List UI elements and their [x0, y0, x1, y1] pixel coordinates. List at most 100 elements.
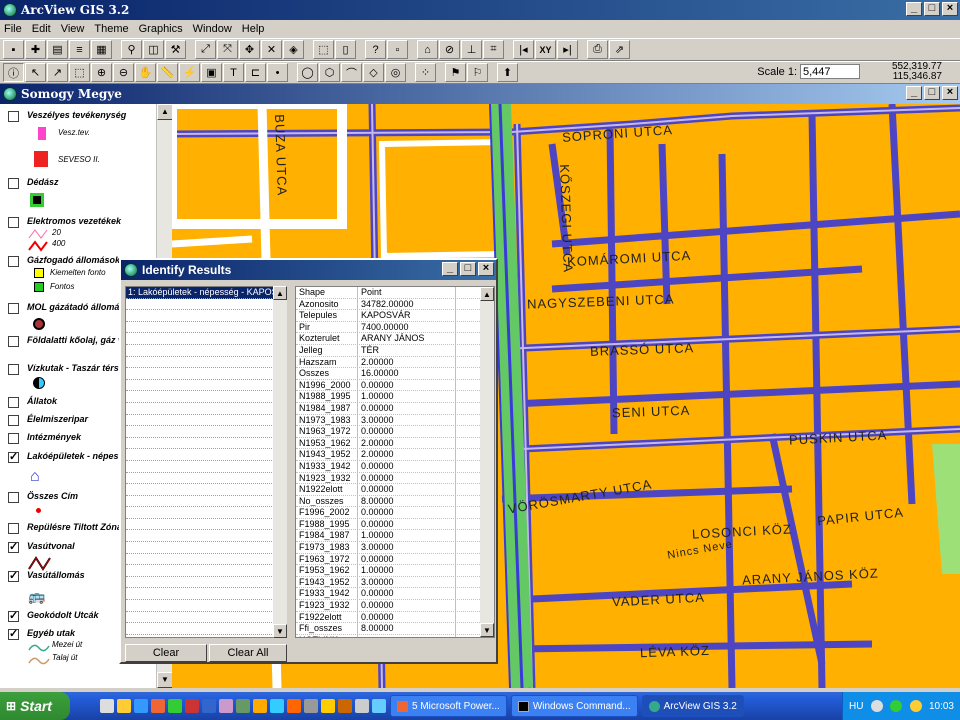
- theme-checkbox[interactable]: ✓: [8, 542, 19, 553]
- theme-checkbox[interactable]: [8, 492, 19, 503]
- taskbar-item-arcview[interactable]: ArcView GIS 3.2: [641, 695, 744, 717]
- menu-help[interactable]: Help: [242, 23, 265, 35]
- hotlink-icon[interactable]: ⌂: [417, 40, 438, 59]
- zoom-out-tool-icon[interactable]: ⊖: [113, 63, 134, 82]
- attribute-row[interactable]: N1933_1942 0.00000: [296, 460, 494, 473]
- draw-ellipse-icon[interactable]: ◎: [385, 63, 406, 82]
- export-icon[interactable]: ⇗: [609, 40, 630, 59]
- menu-file[interactable]: File: [4, 23, 22, 35]
- feature-list-scrollbar[interactable]: ▲ ▼: [273, 286, 287, 638]
- theme-checkbox[interactable]: [8, 523, 19, 534]
- xy-button[interactable]: XY: [535, 40, 556, 59]
- identify-minimize-button[interactable]: _: [442, 262, 458, 276]
- attribute-row[interactable]: Hazszam 2.00000: [296, 356, 494, 369]
- previous-extent-icon[interactable]: |◂: [513, 40, 534, 59]
- attribute-row[interactable]: HOTLINK: [296, 634, 494, 637]
- query-builder-icon[interactable]: ⚒: [165, 40, 186, 59]
- zoom-in-fixed-icon[interactable]: ✕: [261, 40, 282, 59]
- attribute-row[interactable]: Azonosito 34782.00000: [296, 298, 494, 311]
- attribute-row[interactable]: Jelleg TÉR: [296, 344, 494, 357]
- save-project-icon[interactable]: ▪: [3, 40, 24, 59]
- view-maximize-button[interactable]: □: [924, 86, 940, 100]
- view-minimize-button[interactable]: _: [906, 86, 922, 100]
- maximize-button[interactable]: □: [924, 2, 940, 16]
- theme-checkbox[interactable]: [8, 415, 19, 426]
- theme-checkbox[interactable]: [8, 178, 19, 189]
- attribute-row[interactable]: N1973_1983 3.00000: [296, 414, 494, 427]
- minimize-button[interactable]: _: [906, 2, 922, 16]
- vertex-edit-icon[interactable]: ↗: [47, 63, 68, 82]
- scroll-down-arrow-icon[interactable]: ▼: [157, 672, 173, 688]
- quick-launch-icon[interactable]: [253, 699, 267, 713]
- attribute-row[interactable]: F1973_1983 3.00000: [296, 542, 494, 554]
- locate-icon[interactable]: ◫: [143, 40, 164, 59]
- scale-input[interactable]: [800, 64, 860, 79]
- theme-checkbox[interactable]: ✓: [8, 452, 19, 463]
- theme-checkbox[interactable]: [8, 111, 19, 122]
- identify-feature-list[interactable]: 1: Lakóépületek - népesség - KAPOSVÁR: [125, 286, 275, 638]
- menu-view[interactable]: View: [61, 23, 85, 35]
- identify-maximize-button[interactable]: □: [460, 262, 476, 276]
- theme-checkbox[interactable]: [8, 303, 19, 314]
- quick-launch-icon[interactable]: [338, 699, 352, 713]
- quick-launch-icon[interactable]: [117, 699, 131, 713]
- attribute-row[interactable]: Osszes 16.00000: [296, 368, 494, 380]
- scroll-up-arrow-icon[interactable]: ▲: [157, 104, 173, 120]
- taskbar-item-command[interactable]: Windows Command...: [510, 695, 638, 717]
- text-tool-icon[interactable]: T: [223, 63, 244, 82]
- scroll-up-arrow-icon[interactable]: ▲: [273, 286, 287, 300]
- attribute-table[interactable]: Shape Point Azonosito 34782.00000 Telepules K…: [295, 286, 495, 638]
- attribute-row[interactable]: N1988_1995 1.00000: [296, 391, 494, 403]
- identify-close-button[interactable]: ×: [478, 262, 494, 276]
- quick-launch-icon[interactable]: [287, 699, 301, 713]
- zoom-selected-icon[interactable]: ✥: [239, 40, 260, 59]
- view-close-button[interactable]: ×: [942, 86, 958, 100]
- volume-tray-icon[interactable]: [909, 700, 922, 712]
- language-indicator[interactable]: HU: [849, 701, 863, 712]
- theme-checkbox[interactable]: ✓: [8, 611, 19, 622]
- menu-graphics[interactable]: Graphics: [139, 23, 183, 35]
- pan-tool-icon[interactable]: ✋: [135, 63, 156, 82]
- quick-launch-icon[interactable]: [202, 699, 216, 713]
- attribute-row[interactable]: Ffi_osszes 8.00000: [296, 623, 494, 635]
- network-tray-icon[interactable]: [890, 700, 903, 712]
- quick-launch-icon[interactable]: [304, 699, 318, 713]
- quick-launch-icon[interactable]: [185, 699, 199, 713]
- theme-properties-icon[interactable]: ▤: [47, 40, 68, 59]
- draw-polygon-icon[interactable]: ⬡: [319, 63, 340, 82]
- network-tool-icon[interactable]: ⚑: [445, 63, 466, 82]
- draw-shape-icon[interactable]: ◇: [363, 63, 384, 82]
- attribute-row[interactable]: No_osszes 8.00000: [296, 495, 494, 508]
- scroll-down-arrow-icon[interactable]: ▼: [480, 623, 494, 637]
- scroll-down-arrow-icon[interactable]: ▼: [273, 624, 287, 638]
- add-theme-icon[interactable]: ✚: [25, 40, 46, 59]
- attribute-row[interactable]: F1923_1932 0.00000: [296, 600, 494, 612]
- attribute-row[interactable]: F1963_1972 0.00000: [296, 553, 494, 566]
- select-features-icon[interactable]: ⬚: [313, 40, 334, 59]
- no-hotlink-icon[interactable]: ⊘: [439, 40, 460, 59]
- quick-launch-icon[interactable]: [355, 699, 369, 713]
- menu-edit[interactable]: Edit: [32, 23, 51, 35]
- measure-icon[interactable]: ⊥: [461, 40, 482, 59]
- quick-launch-icon[interactable]: [134, 699, 148, 713]
- zoom-full-extent-icon[interactable]: ⤢: [195, 40, 216, 59]
- attribute-scrollbar[interactable]: ▲ ▼: [480, 287, 494, 637]
- attribute-row[interactable]: F1996_2002 0.00000: [296, 507, 494, 519]
- quick-launch-icon[interactable]: [321, 699, 335, 713]
- theme-checkbox[interactable]: [8, 217, 19, 228]
- menu-window[interactable]: Window: [193, 23, 232, 35]
- next-extent-icon[interactable]: ▸|: [557, 40, 578, 59]
- open-table-icon[interactable]: ▦: [91, 40, 112, 59]
- attribute-row[interactable]: N1963_1972 0.00000: [296, 426, 494, 438]
- theme-checkbox[interactable]: [8, 397, 19, 408]
- attribute-row[interactable]: N1984_1987 0.00000: [296, 402, 494, 415]
- attribute-row[interactable]: Shape Point: [296, 287, 494, 299]
- attribute-row[interactable]: F1943_1952 3.00000: [296, 576, 494, 589]
- attribute-row[interactable]: N1922elott 0.00000: [296, 484, 494, 496]
- attribute-row[interactable]: F1953_1962 1.00000: [296, 565, 494, 577]
- attribute-row[interactable]: N1923_1932 0.00000: [296, 472, 494, 485]
- hotlink-tool-icon[interactable]: ⚡: [179, 63, 200, 82]
- theme-checkbox[interactable]: [8, 336, 19, 347]
- extent-icon[interactable]: ⌗: [483, 40, 504, 59]
- attribute-row[interactable]: F1984_1987 1.00000: [296, 530, 494, 543]
